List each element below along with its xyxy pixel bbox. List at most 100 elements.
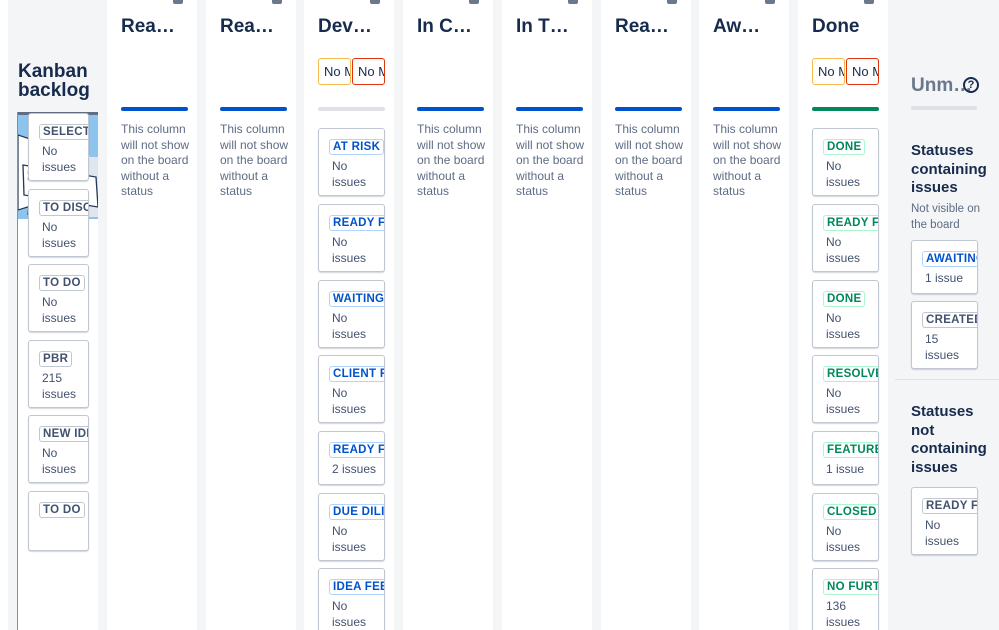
issue-count: No issues xyxy=(925,518,960,548)
issue-count: No issues xyxy=(42,220,77,250)
status-lozenge: AWAITING xyxy=(922,251,977,267)
left-edge xyxy=(0,0,8,630)
issue-count: 136 issues xyxy=(826,599,861,629)
column-title[interactable]: Done xyxy=(812,16,860,38)
status-lozenge: TO DISCUSS xyxy=(39,200,88,216)
help-icon[interactable]: ? xyxy=(963,77,979,93)
status-card[interactable]: FEATURE REQUEST 1 issue xyxy=(812,431,879,485)
issue-count: 2 issues xyxy=(332,462,377,476)
issue-count: 215 issues xyxy=(42,371,77,401)
status-card[interactable]: WAITING No issues xyxy=(318,280,385,348)
status-lozenge: READY FOR DEV xyxy=(329,215,384,231)
status-lozenge: READY FOR QA xyxy=(329,442,384,458)
issue-count: 1 issue xyxy=(925,271,964,285)
status-lozenge: IDEA FEEDBACK xyxy=(329,579,384,595)
column-title[interactable]: Dev… xyxy=(318,16,372,38)
status-card[interactable]: AT RISK No issues xyxy=(318,128,385,196)
issue-count: No issues xyxy=(826,235,861,265)
column-title[interactable]: Rea… xyxy=(121,16,175,38)
board-column[interactable]: Rea… This column will not show on the boa… xyxy=(601,0,691,630)
status-card[interactable]: DONE No issues xyxy=(812,280,879,348)
delete-column-icon[interactable] xyxy=(370,0,380,4)
status-card[interactable]: TO DO xyxy=(28,491,89,551)
status-card[interactable]: AWAITING 1 issue xyxy=(911,240,978,294)
status-lozenge: TO DO xyxy=(39,275,85,291)
column-title[interactable]: Aw… xyxy=(713,16,760,38)
column-status-bar xyxy=(615,107,682,111)
status-card[interactable]: TO DO No issues xyxy=(28,264,89,332)
statuses-not-containing-heading: Statuses not containing issues xyxy=(911,403,987,476)
column-status-bar xyxy=(713,107,780,111)
status-lozenge: READY FOR RELEASE xyxy=(823,215,878,231)
max-limit-input[interactable]: No Max xyxy=(352,58,385,85)
delete-column-icon[interactable] xyxy=(765,0,775,4)
issue-count: No issues xyxy=(826,311,861,341)
statuses-containing-subtitle: Not visible on the board xyxy=(911,203,981,231)
delete-column-icon[interactable] xyxy=(864,0,874,4)
no-status-message: This column will not show on the board w… xyxy=(516,122,585,199)
board-column[interactable]: Dev…No MinNo MaxAT RISKNo issuesREADY FO… xyxy=(304,0,394,630)
status-card[interactable]: READY FOR No issues xyxy=(911,487,978,555)
board-column[interactable]: In C… This column will not show on the bo… xyxy=(403,0,493,630)
status-card[interactable]: NEW IDEA No issues xyxy=(28,415,89,483)
unmapped-bar xyxy=(911,106,977,110)
status-card[interactable]: READY FOR DEV No issues xyxy=(318,204,385,272)
column-title[interactable]: In C… xyxy=(417,16,472,38)
status-lozenge: CREATED xyxy=(922,312,977,328)
issue-count: No issues xyxy=(42,295,77,325)
status-lozenge: DUE DILIGENCE xyxy=(329,504,384,520)
status-card[interactable]: READY FOR QA 2 issues xyxy=(318,431,385,485)
column-title[interactable]: Rea… xyxy=(220,16,274,38)
delete-column-icon[interactable] xyxy=(469,0,479,4)
min-limit-input[interactable]: No Min xyxy=(318,58,351,85)
status-card[interactable]: DONE No issues xyxy=(812,128,879,196)
status-card[interactable]: IDEA FEEDBACK No issues xyxy=(318,568,385,630)
column-limits: No MinNo Max xyxy=(318,58,385,85)
delete-column-icon[interactable] xyxy=(568,0,578,4)
board-column[interactable]: DoneNo MinNo MaxDONENo issuesREADY FOR R… xyxy=(798,0,888,630)
status-card[interactable]: READY FOR RELEASE No issues xyxy=(812,204,879,272)
status-lozenge: READY FOR xyxy=(922,498,977,514)
status-card[interactable]: PBR 215 issues xyxy=(28,340,89,408)
status-lozenge: DONE xyxy=(823,291,866,307)
status-card[interactable]: TO DISCUSS No issues xyxy=(28,189,89,257)
issue-count: No issues xyxy=(332,524,367,554)
board-column[interactable]: Rea… This column will not show on the boa… xyxy=(206,0,296,630)
no-status-message: This column will not show on the board w… xyxy=(615,122,684,199)
status-card[interactable]: CLIENT REVIEW No issues xyxy=(318,355,385,423)
status-lozenge: PBR xyxy=(39,351,73,367)
max-limit-input[interactable]: No Max xyxy=(846,58,879,85)
status-card[interactable]: DUE DILIGENCE No issues xyxy=(318,493,385,561)
status-lozenge: AT RISK xyxy=(329,139,384,155)
issue-count: No issues xyxy=(826,524,861,554)
issue-count: 15 issues xyxy=(925,332,960,362)
column-status-bar xyxy=(516,107,583,111)
status-lozenge: CLIENT REVIEW xyxy=(329,366,384,382)
delete-column-icon[interactable] xyxy=(272,0,282,4)
issue-count: 1 issue xyxy=(826,462,865,476)
column-title[interactable]: In T… xyxy=(516,16,569,38)
status-card[interactable]: CLOSED No issues xyxy=(812,493,879,561)
column-title[interactable]: Rea… xyxy=(615,16,669,38)
column-status-bar xyxy=(417,107,484,111)
status-lozenge: CLOSED xyxy=(823,504,878,520)
status-card[interactable]: SELECTED FOR DEVELOPMENT No issues xyxy=(28,113,89,181)
no-status-message: This column will not show on the board w… xyxy=(220,122,289,199)
backlog-title: Kanban backlog xyxy=(18,61,90,101)
status-lozenge: DONE xyxy=(823,139,866,155)
column-status-bar xyxy=(318,107,385,111)
status-card[interactable]: NO FURTHER ACTION 136 issues xyxy=(812,568,879,630)
status-lozenge: NO FURTHER ACTION xyxy=(823,579,878,595)
board-column[interactable]: Aw… This column will not show on the boar… xyxy=(699,0,789,630)
no-status-message: This column will not show on the board w… xyxy=(417,122,486,199)
column-limits: No MinNo Max xyxy=(812,58,879,85)
issue-count: No issues xyxy=(826,159,861,189)
board-column[interactable]: Rea… This column will not show on the boa… xyxy=(107,0,197,630)
status-card[interactable]: RESOLVED No issues xyxy=(812,355,879,423)
status-card[interactable]: CREATED 15 issues xyxy=(911,301,978,369)
board-column[interactable]: In T… This column will not show on the bo… xyxy=(502,0,592,630)
delete-column-icon[interactable] xyxy=(173,0,183,4)
no-status-message: This column will not show on the board w… xyxy=(121,122,190,199)
delete-column-icon[interactable] xyxy=(667,0,677,4)
min-limit-input[interactable]: No Min xyxy=(812,58,845,85)
